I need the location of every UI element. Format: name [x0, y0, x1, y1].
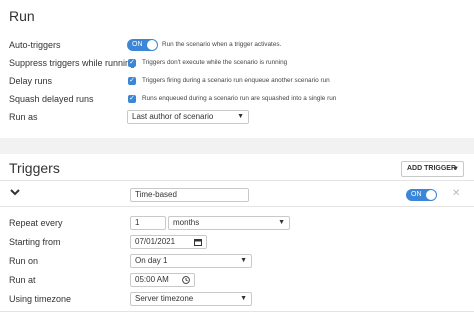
squash-delayed-checkbox[interactable]: ✓: [128, 95, 136, 103]
section-divider: [0, 138, 474, 154]
triggers-header-divider: [0, 180, 474, 181]
auto-triggers-toggle-text: ON: [132, 41, 143, 48]
trigger-bottom-divider: [0, 311, 474, 312]
run-at-label: Run at: [9, 275, 36, 285]
run-on-label: Run on: [9, 256, 39, 266]
check-icon: ✓: [129, 59, 135, 66]
starting-from-label: Starting from: [9, 237, 61, 247]
suppress-triggers-help: Triggers don't execute while the scenari…: [142, 59, 288, 66]
timezone-value: Server timezone: [135, 294, 194, 303]
chevron-down-icon[interactable]: [9, 186, 21, 198]
trigger-name-input[interactable]: Time-based: [130, 188, 249, 202]
run-on-value: On day 1: [135, 256, 168, 265]
triggers-section-title: Triggers: [9, 160, 60, 176]
check-icon: ✓: [129, 77, 135, 84]
calendar-icon[interactable]: [194, 238, 202, 246]
run-as-select[interactable]: Last author of scenario ▼: [127, 110, 249, 124]
squash-delayed-label: Squash delayed runs: [9, 94, 94, 104]
repeat-unit-select[interactable]: months ▼: [168, 216, 290, 230]
caret-down-icon: ▼: [453, 166, 459, 172]
auto-triggers-label: Auto-triggers: [9, 40, 61, 50]
delay-runs-checkbox[interactable]: ✓: [128, 77, 136, 85]
squash-delayed-help: Runs enqueued during a scenario run are …: [142, 95, 337, 102]
run-as-label: Run as: [9, 112, 38, 122]
delay-runs-label: Delay runs: [9, 76, 53, 86]
timezone-select[interactable]: Server timezone ▼: [130, 292, 252, 306]
add-trigger-button[interactable]: ADD TRIGGER ▼: [401, 161, 464, 177]
clock-icon[interactable]: [182, 276, 190, 284]
repeat-count-value: 1: [135, 218, 140, 227]
run-on-select[interactable]: On day 1 ▼: [130, 254, 252, 268]
caret-down-icon: ▼: [278, 219, 285, 226]
repeat-every-label: Repeat every: [9, 218, 63, 228]
add-trigger-label: ADD TRIGGER: [407, 165, 456, 172]
run-at-value: 05:00 AM: [135, 275, 169, 284]
caret-down-icon: ▼: [237, 113, 244, 120]
caret-down-icon: ▼: [240, 257, 247, 264]
toggle-knob: [426, 190, 436, 200]
suppress-triggers-checkbox[interactable]: ✓: [128, 59, 136, 67]
repeat-unit-value: months: [173, 218, 200, 227]
toggle-knob: [147, 40, 157, 50]
starting-from-value: 07/01/2021: [135, 237, 176, 246]
trigger-name-divider: [0, 206, 474, 207]
auto-triggers-help: Run the scenario when a trigger activate…: [162, 41, 282, 48]
run-as-value: Last author of scenario: [132, 112, 214, 121]
run-at-input[interactable]: 05:00 AM: [130, 273, 195, 287]
trigger-enabled-toggle[interactable]: ON: [406, 189, 437, 201]
suppress-triggers-label: Suppress triggers while running: [9, 58, 136, 68]
trigger-name-value: Time-based: [135, 190, 177, 199]
timezone-label: Using timezone: [9, 294, 72, 304]
delay-runs-help: Triggers firing during a scenario run en…: [142, 77, 330, 84]
trigger-toggle-text: ON: [411, 191, 422, 198]
repeat-count-input[interactable]: 1: [130, 216, 166, 230]
close-icon[interactable]: ✕: [452, 188, 460, 199]
starting-from-input[interactable]: 07/01/2021: [130, 235, 207, 249]
caret-down-icon: ▼: [240, 295, 247, 302]
check-icon: ✓: [129, 95, 135, 102]
run-section-title: Run: [9, 8, 35, 24]
auto-triggers-toggle[interactable]: ON: [127, 39, 158, 51]
